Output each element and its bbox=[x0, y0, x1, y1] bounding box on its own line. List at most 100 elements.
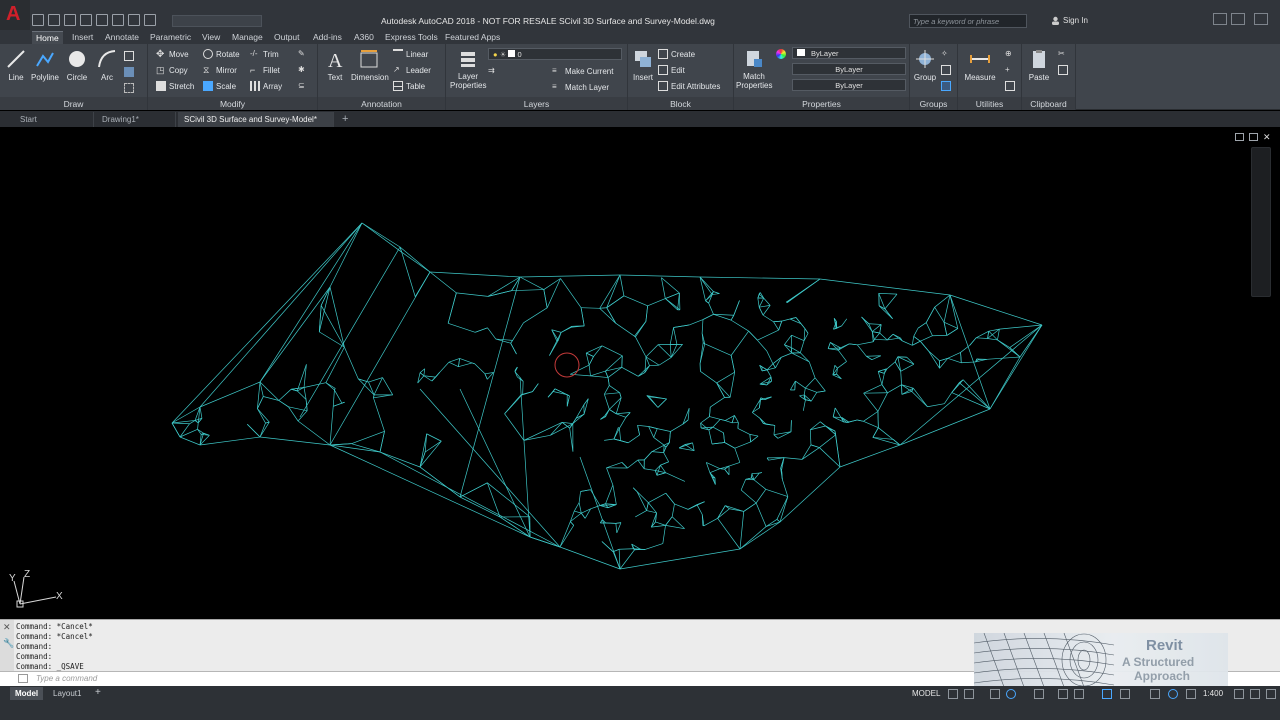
workspace-dropdown[interactable] bbox=[172, 15, 262, 27]
open-icon[interactable] bbox=[48, 14, 60, 26]
save-icon[interactable] bbox=[64, 14, 76, 26]
lineweight-dropdown[interactable]: ByLayer bbox=[792, 79, 906, 91]
hatch-button[interactable] bbox=[124, 65, 134, 79]
scale-button[interactable]: Scale bbox=[203, 79, 236, 93]
annotation-panel-title[interactable]: Annotation bbox=[318, 97, 445, 110]
close-button[interactable] bbox=[1254, 13, 1268, 25]
restore-button[interactable] bbox=[1231, 13, 1245, 25]
linear-button[interactable]: Linear bbox=[393, 47, 428, 61]
tin-surface-mesh[interactable] bbox=[0, 127, 1280, 619]
copy-clip-button[interactable] bbox=[1058, 63, 1068, 77]
layers-panel-title[interactable]: Layers bbox=[446, 97, 627, 110]
grid-icon[interactable] bbox=[948, 689, 958, 699]
copy-button[interactable]: ◳ Copy bbox=[156, 63, 188, 77]
stretch-button[interactable]: Stretch bbox=[156, 79, 194, 93]
model-space-toggle[interactable]: MODEL bbox=[912, 689, 940, 698]
color-wheel-button[interactable] bbox=[776, 47, 786, 61]
otrack-icon[interactable] bbox=[1058, 689, 1068, 699]
sign-in-button[interactable]: Sign In bbox=[1051, 16, 1088, 25]
tab-insert[interactable]: Insert bbox=[68, 31, 97, 44]
utilities-panel-title[interactable]: Utilities bbox=[958, 97, 1021, 110]
tab-home[interactable]: Home bbox=[32, 31, 63, 44]
viewport-close-icon[interactable]: ✕ bbox=[1263, 133, 1272, 142]
tab-add-ins[interactable]: Add-ins bbox=[309, 31, 346, 44]
calculator-button[interactable] bbox=[1005, 79, 1015, 93]
layer-properties-button[interactable]: Layer Properties bbox=[450, 48, 486, 90]
annotation-scale-icon[interactable] bbox=[1186, 689, 1196, 699]
group-edit-button[interactable] bbox=[941, 63, 951, 77]
plot-icon[interactable] bbox=[96, 14, 108, 26]
explode-button[interactable]: ✱ bbox=[298, 63, 308, 77]
cut-button[interactable]: ✂ bbox=[1058, 47, 1068, 61]
save-as-icon[interactable] bbox=[80, 14, 92, 26]
move-button[interactable]: ✥ Move bbox=[156, 47, 189, 61]
polyline-button[interactable]: Polyline bbox=[30, 48, 60, 82]
clipboard-panel-title[interactable]: Clipboard bbox=[1022, 97, 1075, 110]
leader-button[interactable]: ↗ Leader bbox=[393, 63, 431, 77]
erase-button[interactable]: ✎ bbox=[298, 47, 308, 61]
offset-button[interactable]: ⊆ bbox=[298, 79, 308, 93]
clean-screen-icon[interactable] bbox=[1250, 689, 1260, 699]
ortho-icon[interactable] bbox=[990, 689, 1000, 699]
mirror-button[interactable]: ⧖ Mirror bbox=[203, 63, 237, 77]
modify-panel-title[interactable]: Modify bbox=[148, 97, 317, 110]
group-button[interactable]: Group bbox=[910, 48, 940, 82]
groups-panel-title[interactable]: Groups bbox=[910, 97, 957, 110]
table-button[interactable]: Table bbox=[393, 79, 425, 93]
customization-icon[interactable] bbox=[1266, 689, 1276, 699]
viewport-minimize-icon[interactable] bbox=[1235, 133, 1244, 141]
tab-featured-apps[interactable]: Featured Apps bbox=[441, 31, 504, 44]
boundary-button[interactable] bbox=[124, 81, 134, 95]
lineweight-icon[interactable] bbox=[1074, 689, 1084, 699]
tab-annotate[interactable]: Annotate bbox=[101, 31, 143, 44]
redo-icon[interactable] bbox=[128, 14, 140, 26]
rotate-button[interactable]: Rotate bbox=[203, 47, 240, 61]
isolate-icon[interactable] bbox=[1168, 689, 1178, 699]
line-button[interactable]: Line bbox=[1, 48, 31, 82]
block-panel-title[interactable]: Block bbox=[628, 97, 733, 110]
match-layer-button[interactable]: ≡ Match Layer bbox=[552, 80, 609, 94]
insert-button[interactable]: Insert bbox=[628, 48, 658, 82]
tab-view[interactable]: View bbox=[198, 31, 224, 44]
undo-icon[interactable] bbox=[112, 14, 124, 26]
circle-button[interactable]: Circle bbox=[62, 48, 92, 82]
tab-a360[interactable]: A360 bbox=[350, 31, 378, 44]
color-dropdown[interactable]: ByLayer bbox=[792, 47, 906, 59]
drawing-viewport[interactable]: ✕ Y Z X bbox=[0, 127, 1280, 619]
edit-attributes-button[interactable]: Edit Attributes bbox=[658, 79, 720, 93]
text-button[interactable]: A Text bbox=[320, 48, 350, 82]
new-tab-button[interactable]: + bbox=[338, 112, 356, 127]
match-properties-button[interactable]: Match Properties bbox=[736, 48, 772, 90]
fillet-button[interactable]: ⌐ Fillet bbox=[250, 63, 280, 77]
customize-qat-icon[interactable] bbox=[144, 14, 156, 26]
file-tab-start[interactable]: Start bbox=[14, 112, 94, 127]
file-tab-civil-surface[interactable]: SCivil 3D Surface and Survey-Model* bbox=[178, 112, 334, 127]
new-icon[interactable] bbox=[32, 14, 44, 26]
group-select-button[interactable] bbox=[941, 79, 951, 93]
workspace-icon[interactable] bbox=[1150, 689, 1160, 699]
selection-cycling-icon[interactable] bbox=[1120, 689, 1130, 699]
layer-dropdown[interactable]: ● ☀ 0 bbox=[488, 48, 622, 60]
file-tab-drawing1[interactable]: Drawing1* bbox=[96, 112, 176, 127]
layer-tools-row1[interactable]: ⇉ bbox=[488, 64, 498, 78]
add-layout-button[interactable]: + bbox=[92, 687, 104, 700]
measure-button[interactable]: Measure bbox=[964, 48, 996, 82]
id-point-button[interactable]: ⊕ bbox=[1005, 47, 1015, 61]
annotation-visibility-icon[interactable] bbox=[1102, 689, 1112, 699]
minimize-button[interactable] bbox=[1213, 13, 1227, 25]
dimension-button[interactable]: Dimension bbox=[351, 48, 389, 82]
layout-tab-model[interactable]: Model bbox=[10, 687, 44, 700]
wrench-icon[interactable]: 🔧 bbox=[3, 638, 14, 649]
snap-icon[interactable] bbox=[964, 689, 974, 699]
tab-parametric[interactable]: Parametric bbox=[146, 31, 195, 44]
command-prompt-icon[interactable] bbox=[18, 674, 28, 683]
command-line-grip[interactable]: ✕ 🔧 bbox=[0, 620, 14, 672]
trim-button[interactable]: -/- Trim bbox=[250, 47, 279, 61]
edit-block-button[interactable]: Edit bbox=[658, 63, 685, 77]
close-cmd-icon[interactable]: ✕ bbox=[3, 622, 11, 633]
ungroup-button[interactable]: ✧ bbox=[941, 47, 951, 61]
annotation-scale-value[interactable]: 1:400 bbox=[1203, 689, 1223, 698]
create-block-button[interactable]: Create bbox=[658, 47, 695, 61]
array-button[interactable]: Array bbox=[250, 79, 282, 93]
layout-tab-layout1[interactable]: Layout1 bbox=[48, 687, 86, 700]
